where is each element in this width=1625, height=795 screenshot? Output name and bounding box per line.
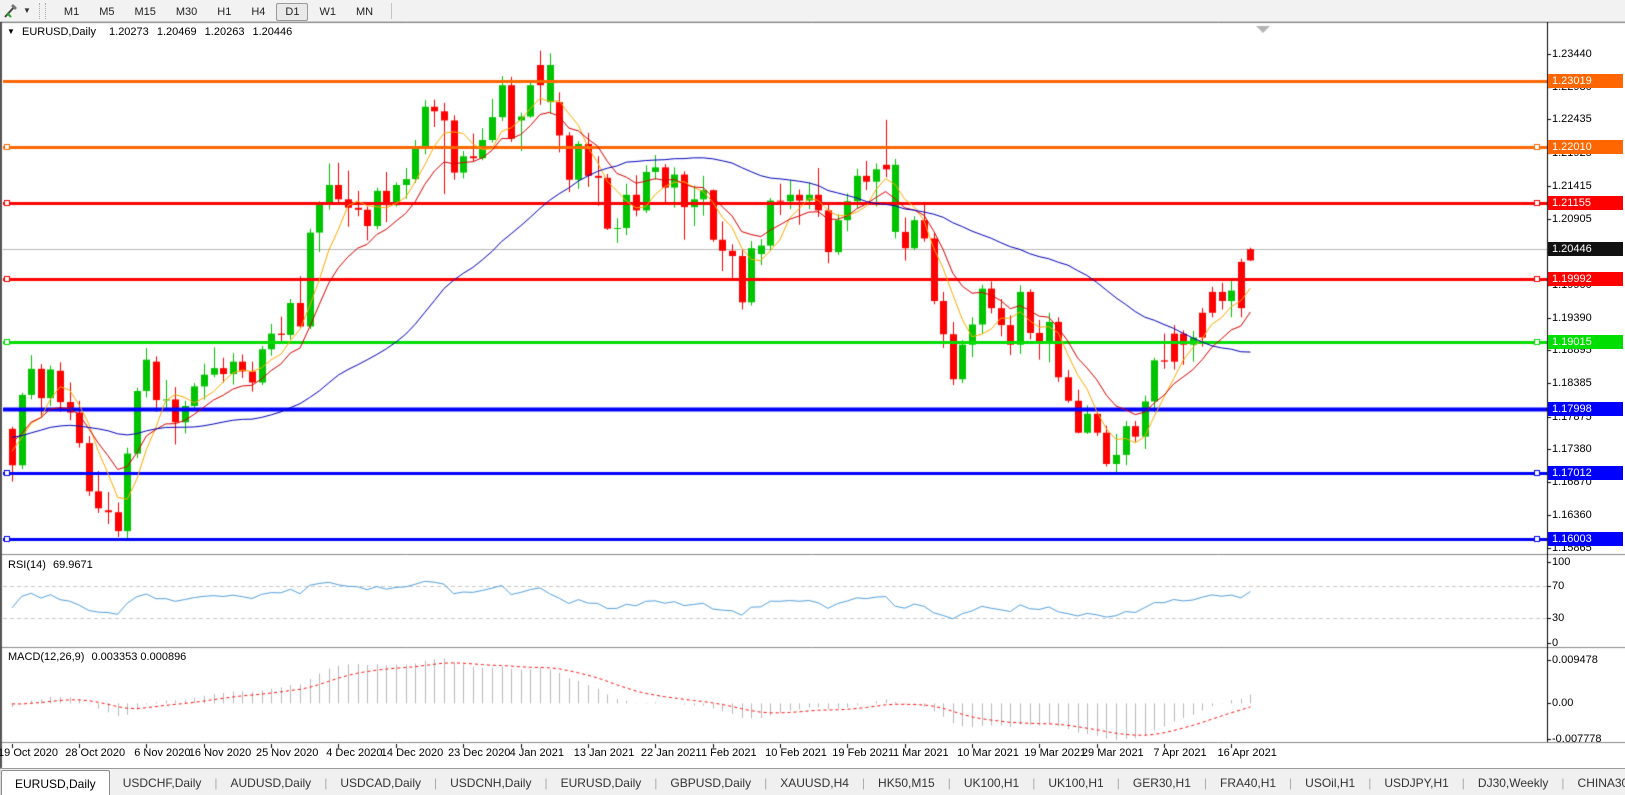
date-axis-label: 10 Mar 2021 — [957, 747, 1019, 759]
rsi-indicator-label: RSI(14) 69.9671 — [8, 559, 93, 571]
price-axis-tick: 1.23440 — [1552, 47, 1592, 60]
macd-axis-tick: -0.007778 — [1552, 732, 1602, 745]
timeframe-button-h1[interactable]: H1 — [208, 3, 240, 21]
rsi-axis-tick: 0 — [1552, 636, 1559, 649]
price-axis-tick: 1.17380 — [1552, 442, 1592, 455]
date-axis-label: 19 Oct 2020 — [0, 747, 58, 759]
date-axis-label: 19 Feb 2021 — [832, 747, 895, 759]
hline-price-badge[interactable]: 1.23019 — [1548, 74, 1623, 89]
date-axis-label: 7 Apr 2021 — [1153, 747, 1207, 759]
date-axis-label: 25 Nov 2020 — [255, 747, 319, 759]
chart-tab-dj30-weekly[interactable]: DJ30,Weekly — [1465, 769, 1561, 795]
date-axis-label: 6 Nov 2020 — [134, 747, 191, 759]
timeframe-buttons: M1 M5 M15 M30 H1 H4 D1 W1 MN — [54, 2, 383, 21]
macd-name: MACD(12,26,9) — [8, 651, 85, 663]
timeframe-button-m5[interactable]: M5 — [90, 3, 123, 21]
date-axis-label: 10 Feb 2021 — [765, 747, 827, 759]
rsi-value: 69.9671 — [52, 559, 93, 571]
chart-tab-bar: EURUSD,Daily USDCHF,Daily | AUDUSD,Daily | US… — [0, 768, 1625, 795]
timeframe-button-d1[interactable]: D1 — [276, 2, 309, 21]
macd-axis-tick: 0.009478 — [1552, 654, 1598, 667]
chart-tab-usdchf-daily[interactable]: USDCHF,Daily — [110, 769, 215, 795]
date-axis-label: 28 Oct 2020 — [65, 747, 126, 759]
drawing-tool-icon[interactable] — [3, 3, 21, 19]
hline-price-badge[interactable]: 1.19015 — [1548, 335, 1623, 350]
quote-low: 1.20263 — [204, 26, 245, 38]
hline-price-badge[interactable]: 1.17998 — [1548, 401, 1623, 416]
price-axis-tick: 1.16360 — [1552, 509, 1592, 522]
date-axis-label: 1 Mar 2021 — [892, 747, 949, 759]
toolbar-separator — [391, 2, 393, 19]
chart-tab-eurusd-daily[interactable]: EURUSD,Daily — [1, 770, 110, 795]
chart-header: ▼ EURUSD,Daily 1.20273 1.20469 1.20263 1… — [7, 26, 292, 38]
date-axis-label: 22 Jan 2021 — [640, 747, 702, 759]
chart-tab-hk50-m15[interactable]: HK50,M15 — [865, 769, 948, 795]
chart-tab-audusd-daily[interactable]: AUDUSD,Daily — [218, 769, 325, 795]
rsi-name: RSI(14) — [8, 559, 46, 571]
rsi-axis-tick: 100 — [1552, 555, 1571, 568]
price-axis-tick: 1.18385 — [1552, 377, 1592, 390]
hline-price-badge[interactable]: 1.19992 — [1548, 271, 1623, 286]
rsi-axis-tick: 70 — [1552, 580, 1565, 592]
date-axis-label: 4 Dec 2020 — [326, 747, 383, 759]
macd-axis-tick: 0.00 — [1552, 697, 1574, 710]
date-axis-label: 23 Dec 2020 — [447, 747, 511, 759]
chart-tab-usdcad-daily[interactable]: USDCAD,Daily — [327, 769, 434, 795]
price-axis-tick: 1.20905 — [1552, 213, 1592, 226]
collapse-caret-icon[interactable]: ▼ — [7, 27, 15, 36]
date-axis-label: 4 Jan 2021 — [509, 747, 565, 759]
tabs-host: EURUSD,Daily USDCHF,Daily | AUDUSD,Daily | US… — [1, 769, 1625, 795]
chart-tab-eurusd-daily[interactable]: EURUSD,Daily — [548, 769, 655, 795]
chart-tab-usdcnh-daily[interactable]: USDCNH,Daily — [437, 769, 544, 795]
date-axis-label: 16 Apr 2021 — [1217, 747, 1277, 759]
hline-price-badge[interactable]: 1.17012 — [1548, 465, 1623, 480]
chart-symbol-label: EURUSD,Daily — [21, 26, 96, 38]
chevron-down-icon[interactable]: ▼ — [23, 6, 31, 15]
price-axis-tick: 1.21415 — [1552, 179, 1592, 192]
toolbar-drag-handle[interactable] — [38, 2, 46, 19]
chart-tab-china300-h1[interactable]: CHINA300,H1 — [1565, 769, 1625, 795]
chart-tab-uk100-h1[interactable]: UK100,H1 — [1035, 769, 1116, 795]
chart-tab-fra40-h1[interactable]: FRA40,H1 — [1207, 769, 1289, 795]
price-axis-tick: 1.19390 — [1552, 311, 1592, 324]
price-axis-tick: 1.22435 — [1552, 113, 1592, 126]
date-axis-label: 29 Mar 2021 — [1081, 747, 1144, 759]
chart-tab-uk100-h1[interactable]: UK100,H1 — [951, 769, 1032, 795]
timeframe-toolbar: ▼ M1 M5 M15 M30 H1 H4 D1 W1 MN — [0, 0, 1625, 22]
timeframe-button-m30[interactable]: M30 — [167, 3, 206, 21]
hline-price-badge[interactable]: 1.16003 — [1548, 531, 1623, 546]
chart-tab-usdjpy-h1[interactable]: USDJPY,H1 — [1371, 769, 1461, 795]
chart-tab-usoil-h1[interactable]: USOil,H1 — [1292, 769, 1368, 795]
timeframe-button-h4[interactable]: H4 — [242, 3, 274, 21]
chart-tab-xauusd-h4[interactable]: XAUUSD,H4 — [767, 769, 862, 795]
timeframe-button-mn[interactable]: MN — [347, 3, 382, 21]
hline-price-badge[interactable]: 1.22010 — [1548, 140, 1623, 155]
date-axis-label: 14 Dec 2020 — [380, 747, 444, 759]
timeframe-button-m1[interactable]: M1 — [55, 3, 88, 21]
chart-tab-ger30-h1[interactable]: GER30,H1 — [1120, 769, 1204, 795]
chart-tab-gbpusd-daily[interactable]: GBPUSD,Daily — [657, 769, 764, 795]
quote-open: 1.20273 — [109, 26, 149, 38]
timeframe-button-m15[interactable]: M15 — [125, 3, 164, 21]
hline-price-badge[interactable]: 1.21155 — [1548, 195, 1623, 210]
rsi-axis-tick: 30 — [1552, 612, 1565, 625]
quote-high: 1.20469 — [156, 26, 197, 38]
date-axis-label: 13 Jan 2021 — [573, 747, 635, 759]
macd-indicator-label: MACD(12,26,9) 0.003353 0.000896 — [8, 651, 186, 663]
current-price-badge: 1.20446 — [1548, 242, 1623, 257]
mt4-window: ▼ M1 M5 M15 M30 H1 H4 D1 W1 MN ▼ EURUSD,Daily 1.… — [0, 0, 1625, 795]
chart-canvas[interactable] — [0, 0, 1625, 795]
macd-values: 0.003353 0.000896 — [91, 651, 187, 663]
timeframe-button-w1[interactable]: W1 — [310, 3, 345, 21]
date-axis-label: 19 Mar 2021 — [1024, 747, 1087, 759]
date-axis-label: 16 Nov 2020 — [188, 747, 252, 759]
quote-close: 1.20446 — [252, 26, 293, 38]
date-axis-label: 1 Feb 2021 — [700, 747, 757, 759]
